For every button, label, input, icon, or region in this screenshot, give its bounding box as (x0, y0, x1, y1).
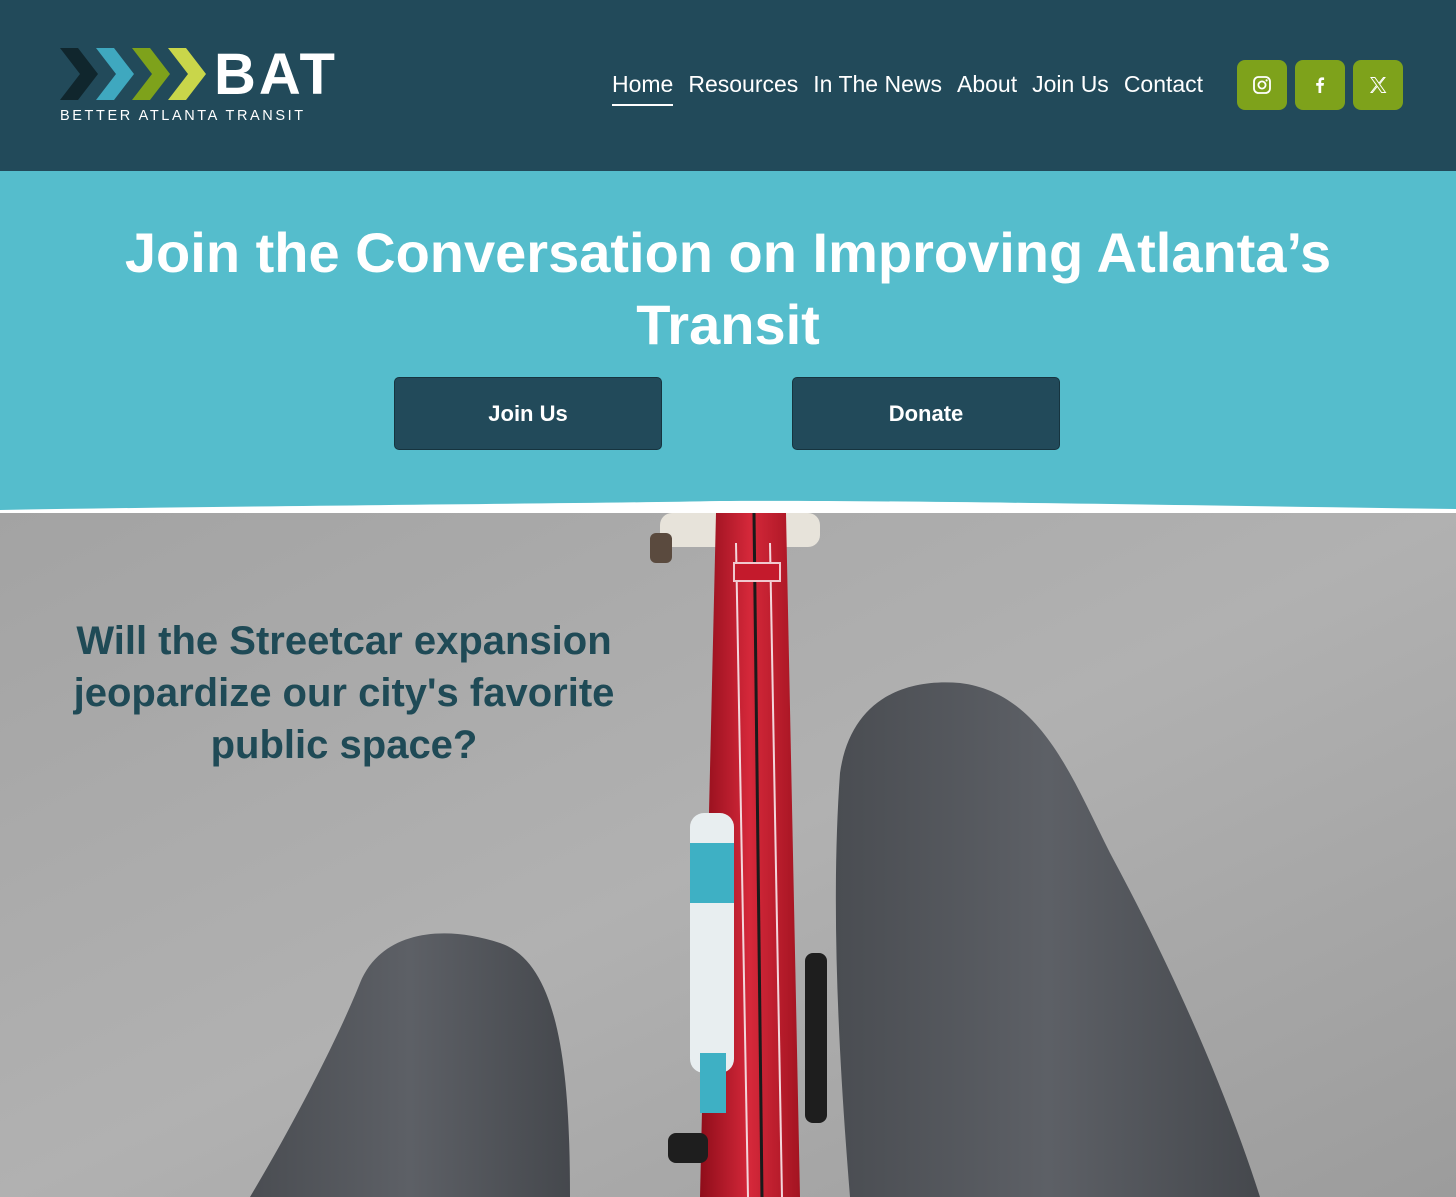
x-button[interactable] (1353, 60, 1403, 110)
nav-item-contact[interactable]: Contact (1124, 68, 1203, 104)
facebook-icon (1316, 77, 1325, 93)
site-logo[interactable]: BAT BETTER ATLANTA TRANSIT (58, 46, 378, 128)
nav-item-about[interactable]: About (957, 68, 1017, 104)
logo-tagline: BETTER ATLANTA TRANSIT (60, 108, 306, 124)
instagram-button[interactable] (1237, 60, 1287, 110)
feature-caption: Will the Streetcar expansion jeopardize … (73, 619, 615, 767)
instagram-icon (1253, 76, 1271, 94)
site-header: BAT BETTER ATLANTA TRANSIT Home Resource… (0, 0, 1456, 171)
nav-item-home[interactable]: Home (612, 68, 674, 106)
nav-item-resources[interactable]: Resources (688, 68, 798, 104)
logo-wordmark: BAT (214, 42, 338, 107)
hero-title: Join the Conversation on Improving Atlan… (124, 221, 1332, 356)
donate-button[interactable]: Donate (792, 377, 1060, 450)
page: BAT BETTER ATLANTA TRANSIT Home Resource… (0, 0, 1456, 1197)
logo-chevrons-icon (60, 48, 206, 100)
social-links (1237, 60, 1403, 110)
x-icon (1369, 77, 1387, 93)
nav-item-in-the-news[interactable]: In The News (813, 68, 942, 104)
join-us-button[interactable]: Join Us (394, 377, 662, 450)
feature-image[interactable]: Will the Streetcar expansion jeopardize … (0, 513, 1456, 1197)
hero-section: Join the Conversation on Improving Atlan… (0, 171, 1456, 516)
main-nav: Home Resources In The News About Join Us… (612, 68, 1203, 106)
nav-item-join-us[interactable]: Join Us (1032, 68, 1109, 104)
facebook-button[interactable] (1295, 60, 1345, 110)
